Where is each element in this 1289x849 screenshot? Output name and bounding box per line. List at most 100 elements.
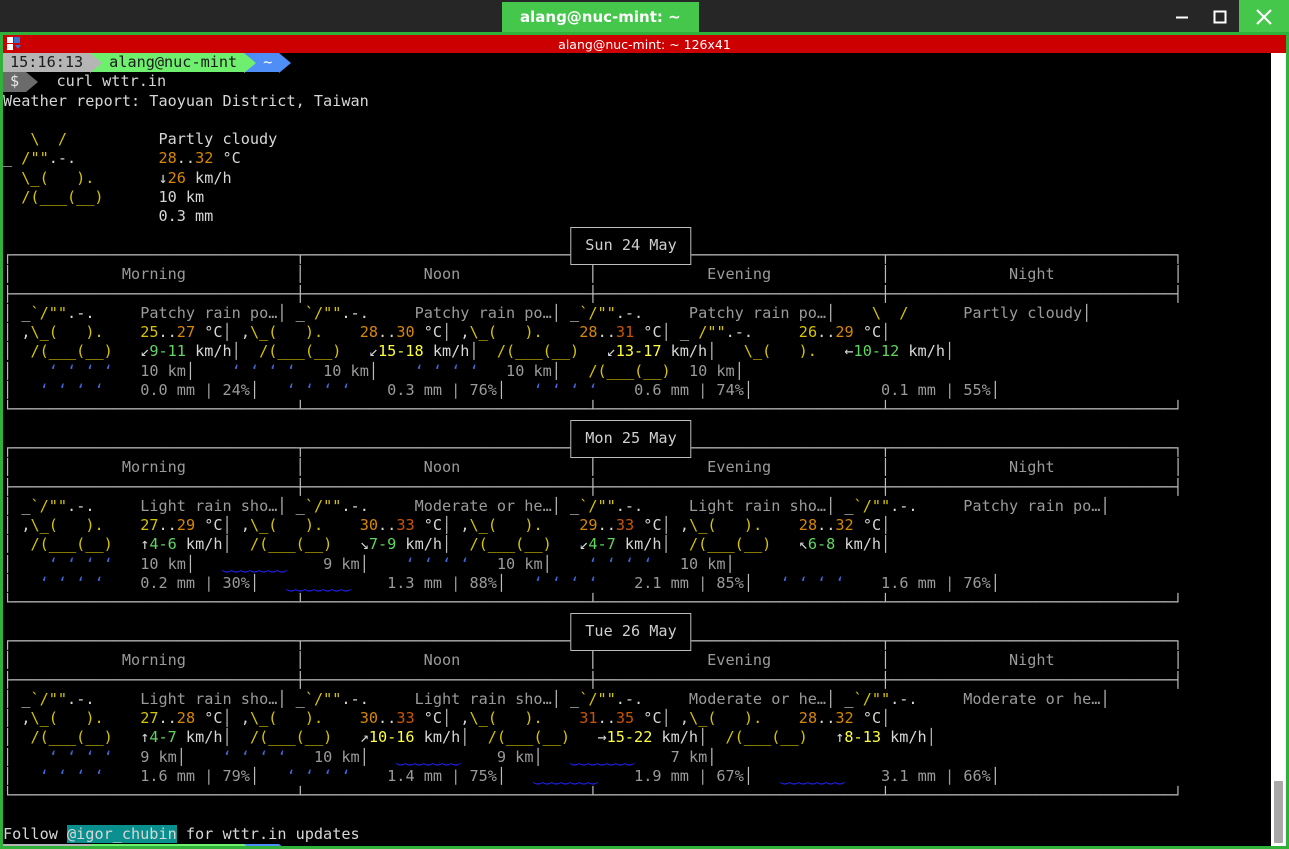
table-header-separator: ├───────────────────────────────┼───────… [3, 284, 1183, 303]
slot-temp-low: 27 [140, 709, 159, 728]
slot-weather-art: _ /"".-. [679, 323, 754, 342]
slot-temp-high: 32 [835, 516, 854, 535]
table-header-separator: ├───────────────────────────────┼───────… [3, 670, 1183, 689]
terminal-scrollbar[interactable] [1268, 53, 1286, 846]
slot-weather-art: ,\_( ). [679, 709, 763, 728]
slot-weather-art: ,\_( ). [21, 323, 104, 342]
column-header: Morning [121, 651, 186, 670]
column-header: Night [1008, 265, 1055, 284]
terminal-screen[interactable]: 15:16:13 alang@nuc-mint ~ $ curl wttr.in Wea… [3, 53, 1259, 846]
slot-temp-high: 32 [835, 709, 854, 728]
slot-condition: Patchy rain po… [688, 303, 827, 322]
slot-visibility: 7 km [670, 747, 708, 766]
slot-values: Patchy rain po… [689, 304, 826, 322]
footer-handle-link[interactable]: @igor_chubin [67, 824, 177, 843]
slot-temp-low: 28 [359, 323, 379, 342]
slot-values: 0.6 mm | 74% [634, 381, 744, 400]
slot-weather-art: ‘ ‘ ‘ ‘ [21, 574, 122, 593]
slot-values: 10 km [680, 555, 726, 573]
slot-wind: 4-7 [588, 535, 616, 554]
minimize-button[interactable] [1163, 0, 1201, 34]
slot-temp-high: 33 [615, 516, 635, 535]
slot-visibility: 10 km [688, 361, 735, 380]
slot-condition: Patchy rain po… [414, 303, 552, 322]
maximize-button[interactable] [1201, 0, 1239, 34]
slot-temp-unit: °C [634, 516, 662, 535]
column-header: Evening [707, 651, 772, 670]
slot-visibility: 9 km [496, 747, 534, 766]
slot-weather-art: /(___(__) [21, 535, 113, 554]
scrollbar-thumb[interactable] [1274, 781, 1283, 843]
current-weather-art: /(___(__) [3, 188, 104, 207]
slot-weather-art: _`/"".-. [570, 496, 644, 515]
table-row: │ _`/"".-. Light rain sho…│ _`/"".-. Mod… [3, 496, 1110, 515]
table-row: │ ,\_( ). 27..29 °C│ ,\_( ). 30..33 °C│ … [3, 516, 891, 535]
slot-condition: Patchy rain po… [963, 496, 1101, 515]
current-weather-line: \ / Partly cloudy [3, 130, 1259, 149]
terminal-tab[interactable]: alang@nuc-mint: ~ [502, 2, 699, 32]
slot-values: 2.1 mm | 85% [634, 574, 744, 593]
slot-wind-unit: km/h [615, 535, 662, 554]
slot-weather-art: ,\_( ). [240, 709, 324, 728]
prompt-path: ~ [256, 53, 280, 73]
slot-values: 10 km [506, 362, 552, 380]
slot-chance: 88% [469, 574, 497, 593]
slot-temp-high: 35 [615, 709, 635, 728]
slot-precip: 0.2 mm [140, 574, 196, 593]
slot-weather-art: _`/"".-. [295, 496, 369, 515]
current-condition: Partly cloudy [158, 130, 278, 149]
slot-weather-art: ‿‿‿‿‿‿‿ [762, 766, 845, 785]
report-header-line: Weather report: Taoyuan District, Taiwan [3, 92, 1259, 111]
close-button[interactable] [1239, 0, 1289, 34]
slot-wind-unit: km/h [880, 728, 927, 747]
maximize-icon [1213, 10, 1227, 24]
slot-temp-unit: °C [195, 709, 223, 728]
slot-weather-art: ‘ ‘ ‘ ‘ [21, 554, 122, 573]
slot-temp-low: 28 [798, 709, 818, 728]
slot-weather-art: ‿‿‿‿‿‿‿ [515, 766, 598, 785]
slot-temp-low: 27 [140, 516, 159, 535]
slot-weather-art: /(___(__) [478, 728, 571, 747]
prompt-line-bottom: 15:19:39 alang@nuc-mint ~ [3, 844, 1259, 846]
slot-weather-art: ‘ ‘ ‘ ‘ [21, 747, 122, 766]
slot-precip: 0.1 mm [881, 381, 936, 400]
slot-values: 9 km [323, 555, 360, 573]
command-line: $ curl wttr.in [3, 72, 1259, 93]
slot-condition: Moderate or he… [688, 689, 827, 708]
day-label: Mon 25 May [585, 428, 677, 447]
shell-command[interactable]: curl wttr.in [38, 72, 166, 91]
slot-values: 10 km [140, 362, 186, 380]
slot-values: 27..28 °C [140, 709, 223, 728]
slot-values: 0.3 mm | 76% [387, 381, 497, 400]
current-temp-unit: °C [213, 149, 241, 168]
slot-chance: 75% [469, 766, 497, 785]
slot-weather-art: /(___(__) [240, 535, 333, 554]
table-header-separator: ├───────────────────────────────┼───────… [3, 477, 1183, 496]
slot-condition: Partly cloudy [963, 303, 1083, 322]
slot-temp-low: 30 [359, 516, 379, 535]
current-precip: 0.3 mm [158, 207, 214, 226]
footer-prefix: Follow [3, 824, 68, 843]
slot-wind-arrow-icon: ↙ [579, 535, 589, 554]
slot-values: ↙9-11 km/h [140, 342, 231, 360]
slot-weather-art: ‿‿‿‿‿‿‿ [551, 747, 635, 766]
forecast-day: ┌───────────────────────────────┬───────… [3, 612, 1259, 806]
slot-values: 1.3 mm | 88% [387, 574, 497, 593]
prompt-symbol: $ [3, 72, 27, 92]
slot-chance: 24% [222, 381, 250, 400]
slot-weather-art: /(___(__) [249, 342, 342, 361]
slot-weather-art: _`/"".-. [21, 689, 95, 708]
slot-weather-art: /(___(__) [240, 728, 333, 747]
slot-temp-high: 29 [176, 516, 196, 535]
powerline-arrow [90, 844, 103, 846]
current-visibility: 10 km [158, 188, 205, 207]
table-bottom-border: └───────────────────────────────┴───────… [3, 786, 1183, 805]
table-row: │ ‘ ‘ ‘ ‘ 1.6 mm | 79%│ ‘ ‘ ‘ ‘ 1.4 mm |… [3, 766, 1000, 785]
slot-values: ↘7-9 km/h [360, 535, 442, 553]
slot-values: Moderate or he… [963, 690, 1100, 708]
slot-values: 30..33 °C [359, 709, 443, 728]
table-row: │ /(___(__) ↙9-11 km/h│ /(___(__) ↙15-18… [3, 342, 955, 361]
slot-values: 10 km [497, 555, 543, 573]
slot-precip: 0.6 mm [634, 381, 689, 400]
column-header: Night [1008, 651, 1055, 670]
